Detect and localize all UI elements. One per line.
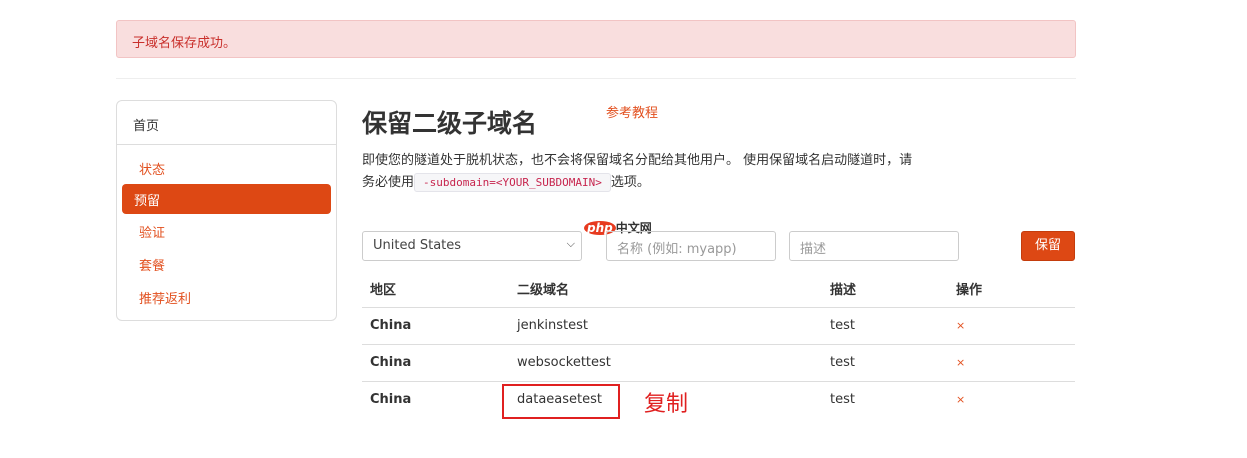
- sidebar-item-home[interactable]: 首页: [117, 101, 336, 145]
- table-row: China websockettest test ×: [362, 344, 1075, 382]
- sidebar: 首页 状态 预留 验证 套餐 推荐返利: [116, 100, 337, 321]
- desc-text-end: 选项。: [610, 175, 650, 190]
- cell-region: China: [362, 307, 509, 345]
- cell-desc: test: [822, 344, 948, 382]
- description-input[interactable]: 描述: [789, 231, 959, 261]
- cell-desc: test: [822, 307, 948, 345]
- cell-region: China: [362, 344, 509, 382]
- col-action: 操作: [948, 271, 1075, 308]
- cell-desc: test: [830, 392, 855, 408]
- region-select[interactable]: United States ⌵: [362, 231, 582, 261]
- reserve-button[interactable]: 保留: [1021, 231, 1075, 261]
- region-value: United States: [373, 238, 462, 253]
- subdomain-code: -subdomain=<YOUR_SUBDOMAIN>: [414, 173, 611, 192]
- description: 即使您的隧道处于脱机状态，也不会将保留域名分配给其他用户。 使用保留域名启动隧道…: [362, 150, 922, 194]
- cell-region: China: [370, 392, 412, 408]
- col-subdomain: 二级域名: [509, 271, 822, 308]
- chevron-down-icon: ⌵: [566, 237, 575, 250]
- page-title: 保留二级子域名: [362, 109, 538, 138]
- col-desc: 描述: [822, 271, 948, 308]
- sidebar-item-plan[interactable]: 套餐: [122, 247, 331, 280]
- highlight-box: [502, 384, 620, 419]
- reserved-domains-table: 地区 二级域名 描述 操作 China jenkinstest test × China we…: [362, 271, 1075, 418]
- cell-subdomain: websockettest: [509, 344, 822, 382]
- sidebar-item-verify[interactable]: 验证: [122, 214, 331, 247]
- col-region: 地区: [362, 271, 509, 308]
- cell-subdomain: jenkinstest: [509, 307, 822, 345]
- table-row: China jenkinstest test ×: [362, 307, 1075, 345]
- divider: [116, 78, 1076, 79]
- sidebar-item-status[interactable]: 状态: [122, 151, 331, 184]
- table-row: China dataeasetest test ×: [362, 381, 1075, 418]
- delete-icon[interactable]: ×: [948, 344, 1075, 382]
- success-alert: 子域名保存成功。: [116, 20, 1076, 58]
- tutorial-link[interactable]: 参考教程: [606, 102, 658, 121]
- name-input[interactable]: 名称 (例如: myapp): [606, 231, 776, 261]
- copy-annotation: 复制: [644, 392, 689, 417]
- sidebar-item-reserved[interactable]: 预留: [122, 184, 331, 214]
- sidebar-item-referral[interactable]: 推荐返利: [122, 280, 331, 313]
- delete-icon[interactable]: ×: [948, 307, 1075, 345]
- delete-icon[interactable]: ×: [948, 381, 1075, 418]
